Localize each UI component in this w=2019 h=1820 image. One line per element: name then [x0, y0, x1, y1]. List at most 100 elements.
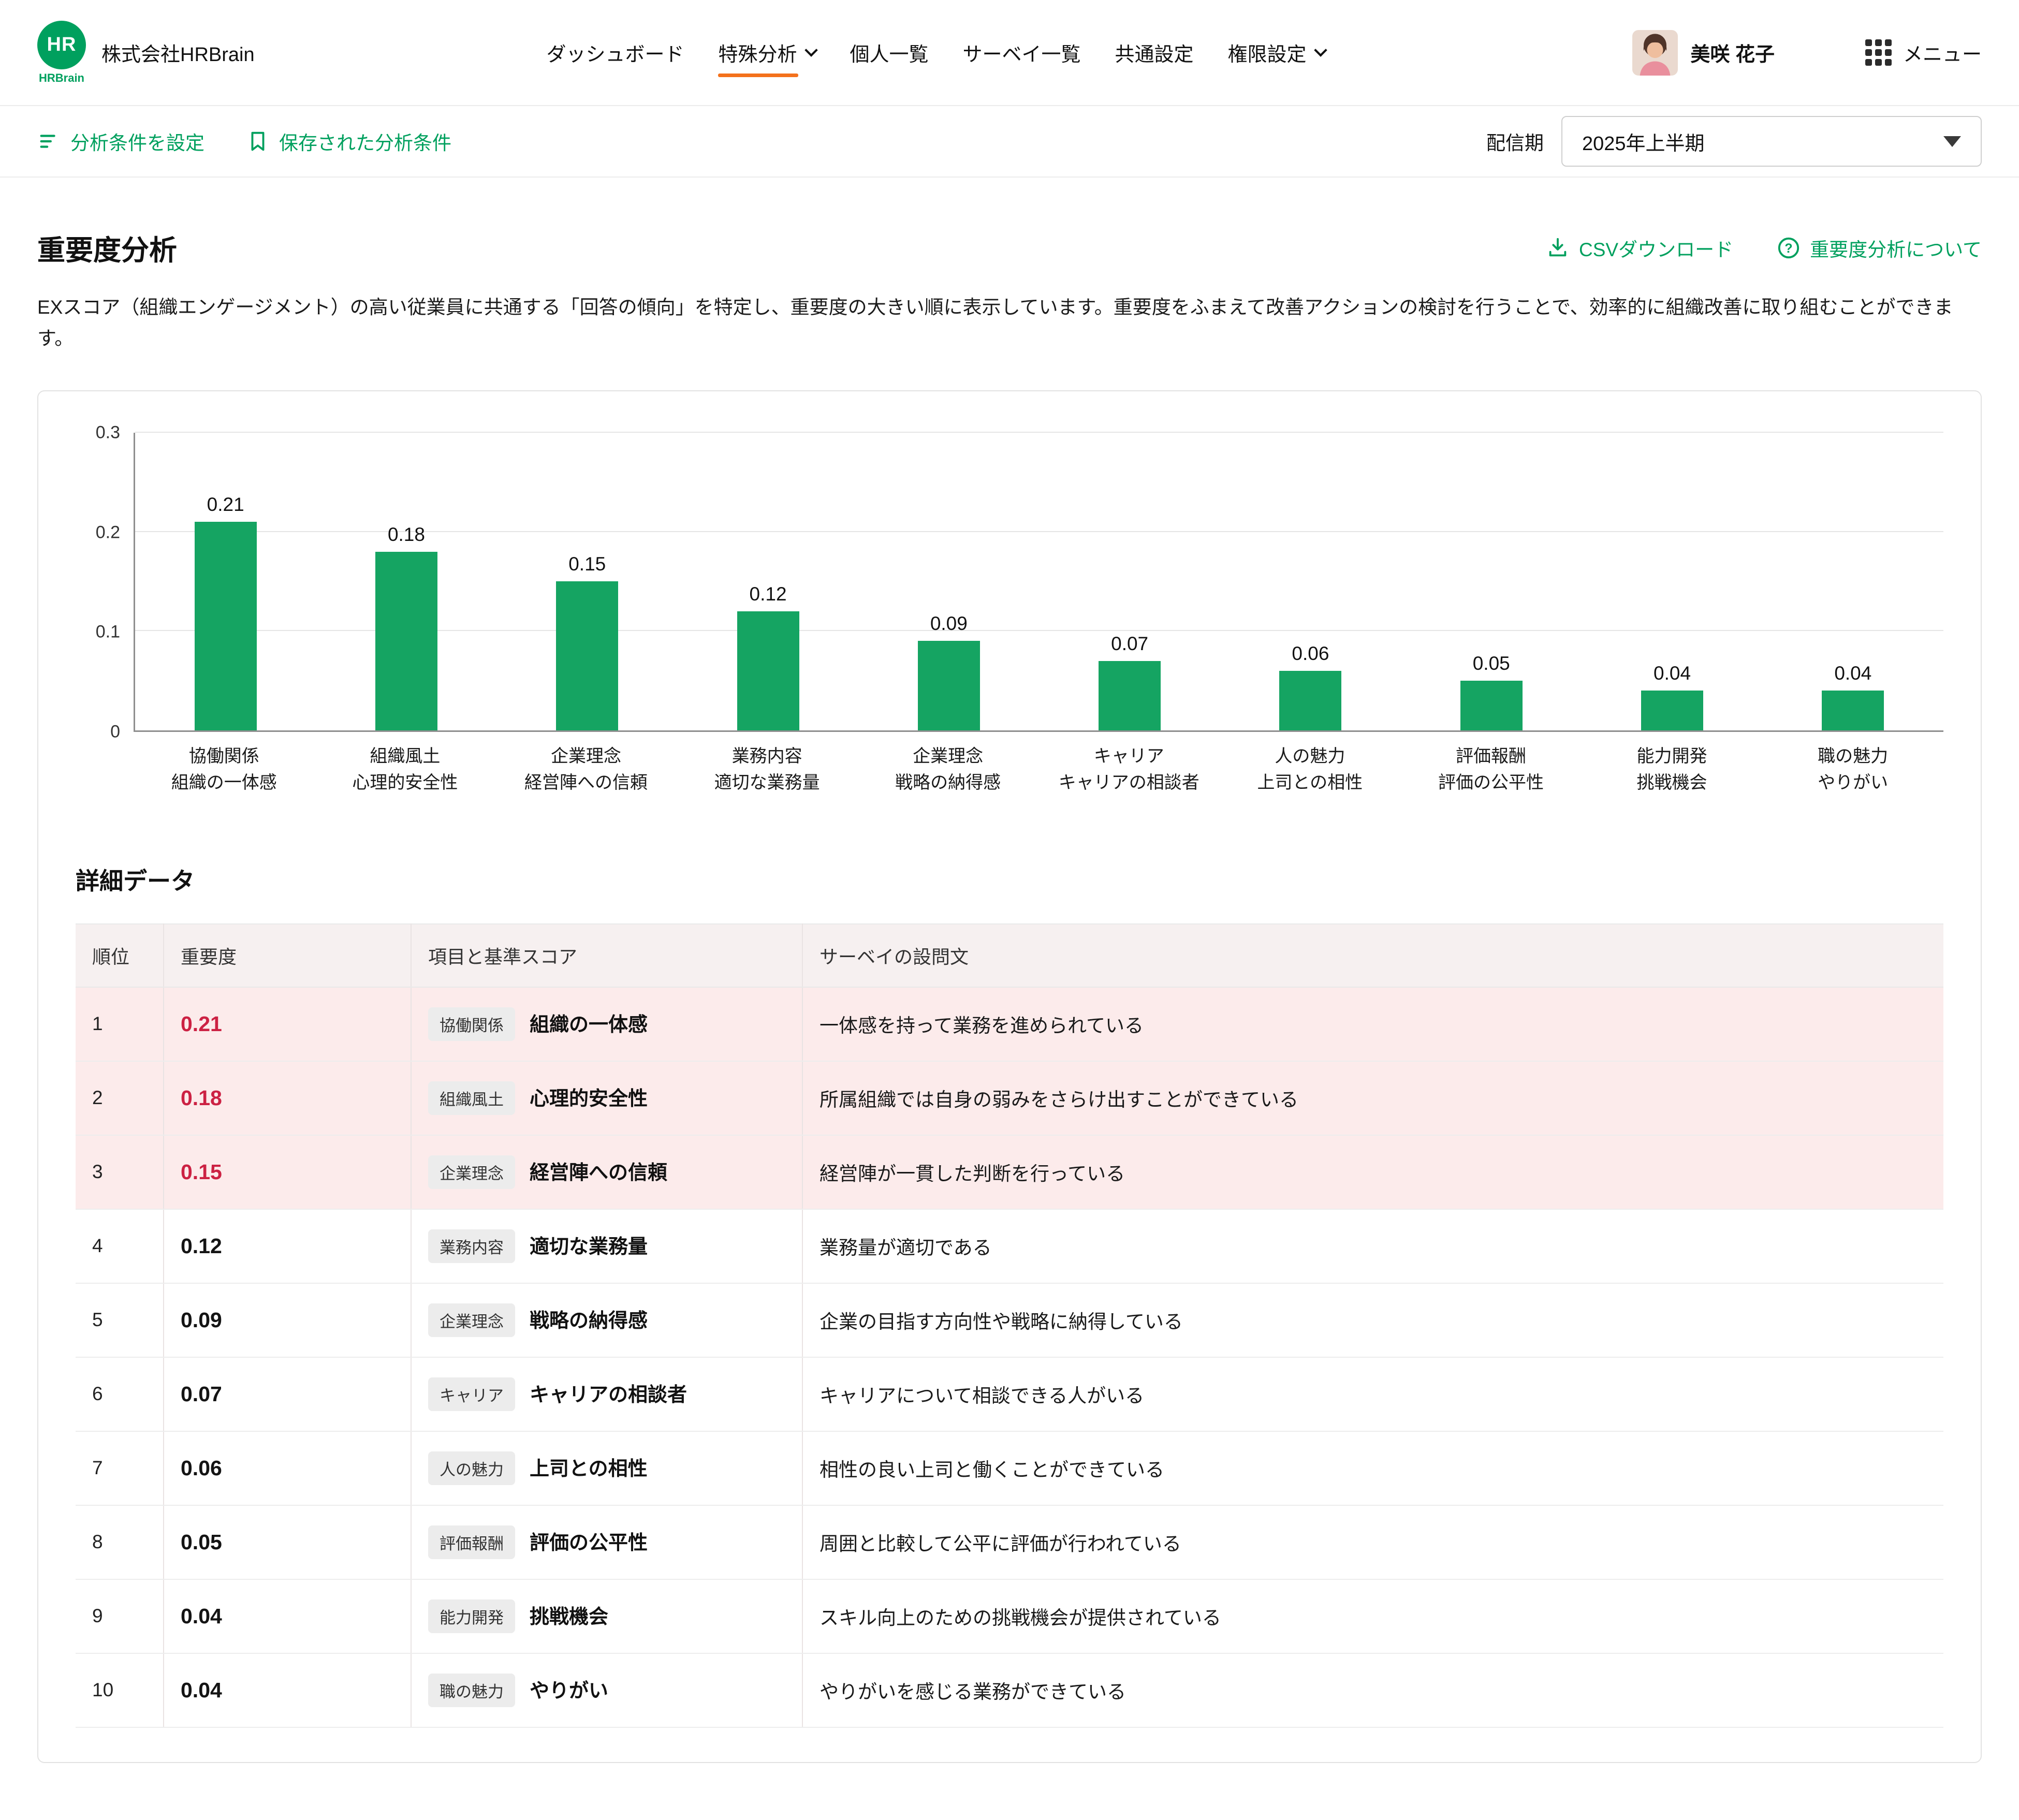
- importance-cell: 0.12: [164, 1209, 412, 1284]
- hrbrain-logo[interactable]: HR HRBrain: [37, 20, 86, 85]
- bar-value-label: 0.09: [930, 613, 968, 635]
- nav-item-survey-list[interactable]: サーベイ一覧: [963, 38, 1081, 67]
- rank-cell: 8: [76, 1505, 164, 1580]
- logo-area: HR HRBrain 株式会社HRBrain: [37, 20, 255, 85]
- period-select[interactable]: 2025年上半期: [1561, 116, 1982, 167]
- chevron-down-icon: [804, 43, 818, 57]
- x-axis: 協働関係 組織の一体感 組織風土 心理的安全性 企業理念 経営陣への信頼 業務内容 適切な業務…: [134, 743, 1943, 796]
- question-cell: 一体感を持って業務を進められている: [802, 987, 1943, 1062]
- bar-column: 0.09: [858, 433, 1039, 730]
- saved-analysis-conditions-link[interactable]: 保存された分析条件: [246, 127, 451, 155]
- bar-x-label: 企業理念 戦略の納得感: [895, 746, 1001, 792]
- item-cell: 協働関係 組織の一体感: [411, 987, 803, 1062]
- item-cell: 評価報酬 評価の公平性: [411, 1505, 803, 1580]
- caret-down-icon: [1943, 136, 1961, 147]
- bar-column: 0.18: [316, 433, 496, 730]
- nav-item-label: 共通設定: [1115, 44, 1194, 66]
- item-cell: 業務内容 適切な業務量: [411, 1209, 803, 1284]
- item-name: 適切な業務量: [530, 1236, 648, 1258]
- user-name: 美咲 花子: [1690, 44, 1775, 66]
- hrbrain-logo-mark: HR: [37, 20, 86, 69]
- table-row: 3 0.15 企業理念 経営陣への信頼 経営陣が一貫した判断を行っている: [76, 1135, 1943, 1210]
- question-cell: 所属組織では自身の弱みをさらけ出すことができている: [802, 1061, 1943, 1136]
- item-name: 上司との相性: [530, 1458, 648, 1480]
- detail-title: 詳細データ: [76, 867, 195, 894]
- toolbar: 分析条件を設定 保存された分析条件 配信期 2025年上半期: [0, 106, 2019, 178]
- nav-item-common-settings[interactable]: 共通設定: [1115, 38, 1194, 67]
- item-cell: 組織風土 心理的安全性: [411, 1061, 803, 1136]
- bars: 0.21 0.18 0.15 0.12 0.09 0.07 0.06 0.05 0.04 0.04: [135, 433, 1943, 730]
- importance-cell: 0.15: [164, 1135, 412, 1210]
- item-name: 経営陣への信頼: [530, 1162, 668, 1184]
- bar-value-label: 0.07: [1111, 633, 1149, 654]
- bar-value-label: 0.06: [1292, 642, 1329, 664]
- saved-analysis-conditions-label: 保存された分析条件: [279, 133, 451, 154]
- bar-column: 0.06: [1220, 433, 1401, 730]
- category-badge: 職の魅力: [428, 1673, 515, 1707]
- main-nav: ダッシュボード 特殊分析 個人一覧 サーベイ一覧 共通設定 権限設定: [546, 38, 1327, 77]
- rank-cell: 4: [76, 1209, 164, 1284]
- user-block: 美咲 花子 メニュー: [1632, 30, 1982, 76]
- period-select-value: 2025年上半期: [1582, 133, 1705, 155]
- set-analysis-conditions-link[interactable]: 分析条件を設定: [37, 127, 204, 155]
- question-icon: ?: [1777, 236, 1801, 260]
- grid-menu-icon: [1865, 39, 1892, 66]
- csv-download-link[interactable]: CSVダウンロード: [1546, 234, 1733, 262]
- user-menu-button[interactable]: 美咲 花子: [1632, 30, 1775, 76]
- nav-item-special-analysis[interactable]: 特殊分析: [718, 38, 818, 77]
- rank-cell: 9: [76, 1579, 164, 1654]
- hrbrain-logo-initials: HR: [47, 34, 77, 55]
- nav-item-label: 特殊分析: [718, 44, 797, 66]
- bar-x-label: 評価報酬 評価の公平性: [1438, 746, 1544, 792]
- bar: [917, 641, 980, 730]
- category-badge: 評価報酬: [428, 1525, 515, 1559]
- item-name: 評価の公平性: [530, 1532, 648, 1554]
- csv-download-label: CSVダウンロード: [1579, 239, 1734, 260]
- chart-plot: 0.21 0.18 0.15 0.12 0.09 0.07 0.06 0.05 0.04 0.04: [134, 431, 1943, 732]
- apps-menu-button[interactable]: メニュー: [1865, 38, 1982, 67]
- bar: [556, 581, 619, 730]
- category-badge: 協働関係: [428, 1007, 515, 1041]
- bar-column: 0.15: [497, 433, 678, 730]
- bookmark-icon: [246, 129, 270, 153]
- category-badge: 人の魅力: [428, 1451, 515, 1485]
- bar: [1641, 691, 1704, 730]
- bar-value-label: 0.18: [387, 523, 425, 545]
- hrbrain-logo-text: HRBrain: [38, 71, 84, 84]
- set-analysis-conditions-label: 分析条件を設定: [70, 133, 204, 154]
- period-label: 配信期: [1486, 133, 1544, 154]
- bar: [194, 522, 257, 730]
- bar-x-label: 能力開発 挑戦機会: [1636, 746, 1707, 792]
- nav-item-individual-list[interactable]: 個人一覧: [850, 38, 929, 67]
- item-name: キャリアの相談者: [530, 1384, 687, 1406]
- about-importance-link[interactable]: ? 重要度分析について: [1777, 234, 1982, 262]
- svg-text:?: ?: [1785, 241, 1793, 256]
- main-content: 重要度分析 CSVダウンロード ? 重要度分析について EXスコア（組織エンゲー…: [0, 178, 2019, 1820]
- y-tick-label: 0.3: [95, 422, 120, 443]
- rank-cell: 2: [76, 1061, 164, 1136]
- column-header: 順位: [76, 923, 164, 988]
- bar: [375, 551, 437, 730]
- nav-item-label: 権限設定: [1227, 44, 1307, 66]
- bar-x-label: 協働関係 組織の一体感: [171, 746, 277, 792]
- column-header: 項目と基準スコア: [411, 923, 803, 988]
- bar-x-label: 組織風土 心理的安全性: [352, 746, 458, 792]
- item-cell: 人の魅力 上司との相性: [411, 1431, 803, 1506]
- question-cell: スキル向上のための挑戦機会が提供されている: [802, 1579, 1943, 1654]
- nav-item-dashboard[interactable]: ダッシュボード: [546, 38, 684, 67]
- page-description: EXスコア（組織エンゲージメント）の高い従業員に共通する「回答の傾向」を特定し、…: [37, 297, 1953, 349]
- bar-value-label: 0.04: [1834, 663, 1872, 684]
- bar: [737, 611, 799, 730]
- bar-x-label: 人の魅力 上司との相性: [1257, 746, 1363, 792]
- nav-item-permission-settings[interactable]: 権限設定: [1227, 38, 1327, 67]
- importance-cell: 0.21: [164, 987, 412, 1062]
- bar: [1279, 670, 1342, 730]
- category-badge: 業務内容: [428, 1229, 515, 1263]
- rank-cell: 5: [76, 1283, 164, 1358]
- importance-cell: 0.18: [164, 1061, 412, 1136]
- detail-table: 順位 重要度 項目と基準スコア サーベイの設問文 1 0.21 協働関係 組織の一体感 一体感…: [76, 923, 1943, 1728]
- item-cell: 企業理念 戦略の納得感: [411, 1283, 803, 1358]
- nav-item-label: 個人一覧: [850, 44, 929, 66]
- avatar: [1632, 30, 1678, 76]
- table-row: 2 0.18 組織風土 心理的安全性 所属組織では自身の弱みをさらけ出すことができている: [76, 1061, 1943, 1136]
